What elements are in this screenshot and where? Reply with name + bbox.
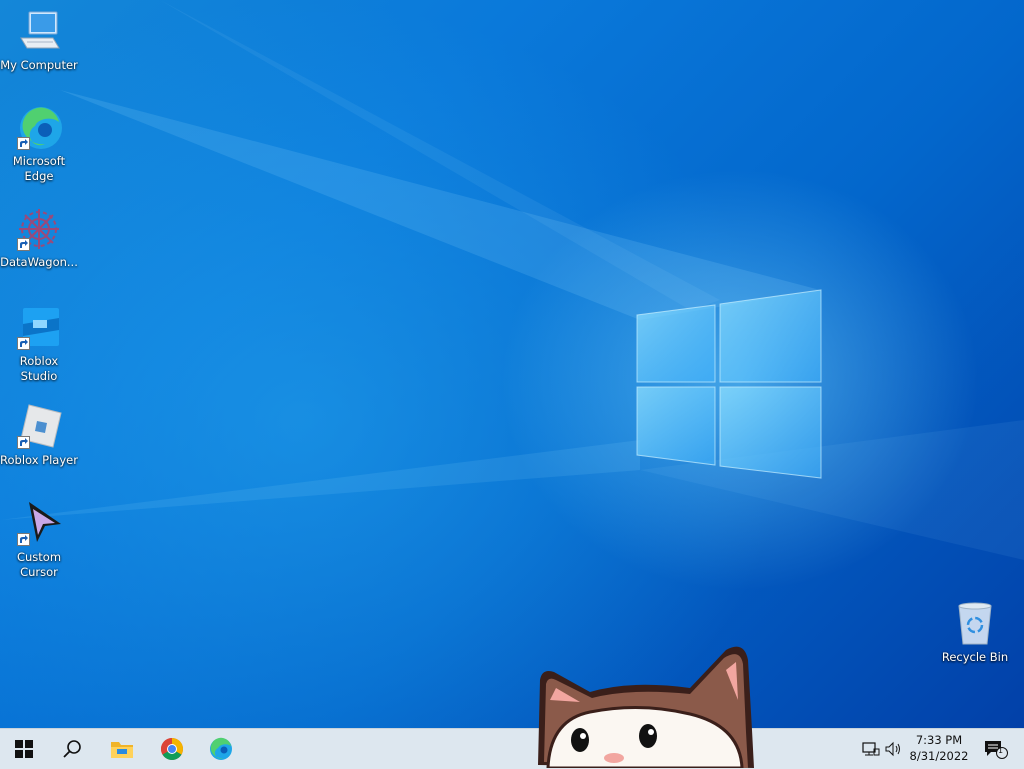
cat-character-image <box>538 646 754 768</box>
desktop-icon-roblox-player[interactable]: Roblox Player <box>0 403 78 468</box>
desktop-icon-my-computer[interactable]: My Computer <box>0 8 78 73</box>
shortcut-arrow-icon <box>17 436 30 449</box>
chrome-button[interactable] <box>148 729 196 769</box>
taskbar: 7:33 PM 8/31/2022 1 <box>0 728 1024 769</box>
network-icon[interactable] <box>861 739 881 759</box>
desktop-icon-microsoft-edge[interactable]: Microsoft Edge <box>0 104 78 184</box>
notification-icon <box>985 741 1008 759</box>
desktop-icon-label: Roblox Studio <box>19 354 59 383</box>
desktop-icon-datawagon[interactable]: DataWagon... <box>0 205 78 270</box>
notification-count-badge: 1 <box>998 746 1004 755</box>
desktop-icon-custom-cursor[interactable]: Custom Cursor <box>0 500 78 580</box>
folder-icon <box>111 742 133 758</box>
edge-icon <box>210 737 232 760</box>
roblox-studio-icon <box>15 304 63 352</box>
start-button[interactable] <box>0 729 48 769</box>
computer-icon <box>15 8 63 56</box>
desktop-icon-roblox-studio[interactable]: Roblox Studio <box>0 304 78 384</box>
search-icon <box>63 740 81 758</box>
desktop-icon-label: DataWagon... <box>0 255 78 269</box>
desktop-icon-recycle-bin[interactable]: Recycle Bin <box>936 600 1014 665</box>
recycle-bin-icon <box>951 600 999 648</box>
shortcut-arrow-icon <box>17 337 30 350</box>
volume-icon[interactable] <box>884 739 904 759</box>
shortcut-arrow-icon <box>17 238 30 251</box>
shortcut-arrow-icon <box>17 533 30 546</box>
clock-date: 8/31/2022 <box>909 749 969 763</box>
desktop-icon-label: Roblox Player <box>0 453 78 467</box>
clock[interactable]: 7:33 PM 8/31/2022 <box>904 732 974 764</box>
datawagon-icon <box>15 205 63 253</box>
shortcut-arrow-icon <box>17 137 30 150</box>
edge-icon <box>15 104 63 152</box>
notification-center-button[interactable]: 1 <box>982 739 1010 759</box>
cursor-icon <box>15 500 63 548</box>
desktop-icon-label: Microsoft Edge <box>12 154 66 183</box>
clock-time: 7:33 PM <box>915 733 963 747</box>
chrome-icon <box>161 738 183 760</box>
wallpaper-light-beams <box>0 0 1024 560</box>
desktop-icon-label: Recycle Bin <box>941 650 1009 664</box>
windows-logo-icon <box>15 740 33 758</box>
roblox-player-icon <box>15 403 63 451</box>
desktop[interactable]: My Computer Microsoft Edge DataWagon... … <box>0 0 1024 728</box>
edge-button[interactable] <box>197 729 245 769</box>
windows-logo <box>636 289 822 479</box>
search-button[interactable] <box>48 729 96 769</box>
file-explorer-button[interactable] <box>98 729 146 769</box>
desktop-icon-label: Custom Cursor <box>16 550 62 579</box>
desktop-icon-label: My Computer <box>0 58 78 72</box>
